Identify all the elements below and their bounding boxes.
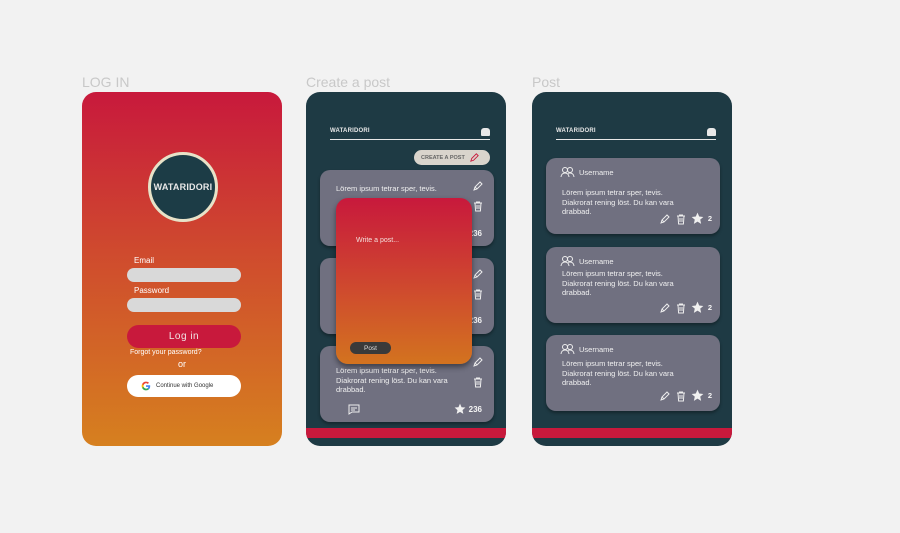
bottom-bar [532, 428, 732, 438]
post-text: Lörem ipsum tetrar sper, tevis. Diakrora… [336, 366, 448, 394]
star-icon[interactable] [691, 389, 704, 402]
new-post-modal: Write a post... Post [336, 198, 472, 364]
post-text: Lörem ipsum tetrar sper, tevis. Diakrora… [562, 359, 674, 387]
trash-icon[interactable] [472, 376, 484, 388]
google-button-label: Continue with Google [156, 383, 214, 389]
brand-title: WATARIDORI [556, 128, 596, 134]
home-icon[interactable] [481, 128, 490, 136]
star-icon [454, 403, 466, 414]
post-author: Username [560, 343, 614, 355]
top-bar: WATARIDORI [556, 128, 716, 140]
comment-icon[interactable] [348, 404, 360, 415]
post-actions: 2 [659, 389, 712, 402]
google-signin-button[interactable]: Continue with Google [127, 375, 241, 397]
post-author: Username [560, 166, 614, 178]
forgot-password-link[interactable]: Forgot your password? [130, 349, 202, 356]
frame-label-create: Create a post [306, 74, 391, 90]
star-icon[interactable] [691, 212, 704, 225]
post-card: Username Lörem ipsum tetrar sper, tevis.… [546, 158, 720, 234]
edit-icon[interactable] [472, 180, 484, 192]
pencil-icon [469, 153, 479, 162]
frame-label-login: LOG IN [82, 74, 130, 90]
users-icon [560, 344, 575, 355]
bottom-bar [306, 428, 506, 438]
post-actions: 2 [659, 301, 712, 314]
edit-icon[interactable] [659, 213, 671, 225]
trash-icon[interactable] [472, 288, 484, 300]
star-icon[interactable] [691, 301, 704, 314]
password-label: Password [134, 286, 170, 295]
post-card: Username Lörem ipsum tetrar sper, tevis.… [546, 335, 720, 411]
post-actions: 2 [659, 212, 712, 225]
home-icon[interactable] [707, 128, 716, 136]
login-screen: WATARIDORI Email Password Log in Forgot … [82, 92, 282, 446]
edit-icon[interactable] [659, 390, 671, 402]
create-post-label: CREATE A POST [421, 154, 465, 161]
post-feed-screen: WATARIDORI Username Lörem ipsum tetrar s… [532, 92, 732, 446]
star-count-value: 2 [707, 303, 712, 312]
trash-icon[interactable] [675, 302, 687, 314]
post-author: Username [560, 255, 614, 267]
or-divider: or [178, 359, 187, 369]
create-post-button[interactable]: CREATE A POST [414, 150, 490, 165]
users-icon [560, 256, 575, 267]
username: Username [579, 256, 614, 266]
post-text: Lörem ipsum tetrar sper, tevis. [336, 184, 437, 193]
star-count-value: 2 [707, 214, 712, 223]
email-field[interactable] [127, 268, 241, 282]
username: Username [579, 167, 614, 177]
google-icon [141, 381, 151, 391]
post-input[interactable]: Write a post... [356, 237, 399, 244]
trash-icon[interactable] [472, 200, 484, 212]
post-text: Lörem ipsum tetrar sper, tevis. Diakrora… [562, 269, 674, 297]
trash-icon[interactable] [675, 390, 687, 402]
top-bar: WATARIDORI [330, 128, 490, 140]
trash-icon[interactable] [675, 213, 687, 225]
password-field[interactable] [127, 298, 241, 312]
post-submit-button[interactable]: Post [350, 342, 391, 354]
email-label: Email [134, 256, 155, 265]
brand-title: WATARIDORI [330, 128, 370, 134]
post-card: Username Lörem ipsum tetrar sper, tevis.… [546, 247, 720, 323]
frame-label-post: Post [532, 74, 561, 90]
edit-icon[interactable] [472, 356, 484, 368]
app-logo: WATARIDORI [148, 152, 218, 222]
login-button[interactable]: Log in [127, 325, 241, 348]
star-count[interactable]: 236 [454, 403, 482, 415]
logo-text: WATARIDORI [153, 182, 213, 192]
edit-icon[interactable] [472, 268, 484, 280]
username: Username [579, 344, 614, 354]
star-count-value: 236 [468, 404, 482, 414]
users-icon [560, 167, 575, 178]
edit-icon[interactable] [659, 302, 671, 314]
star-count-value: 2 [707, 391, 712, 400]
create-post-screen: WATARIDORI CREATE A POST Lörem ipsum tet… [306, 92, 506, 446]
